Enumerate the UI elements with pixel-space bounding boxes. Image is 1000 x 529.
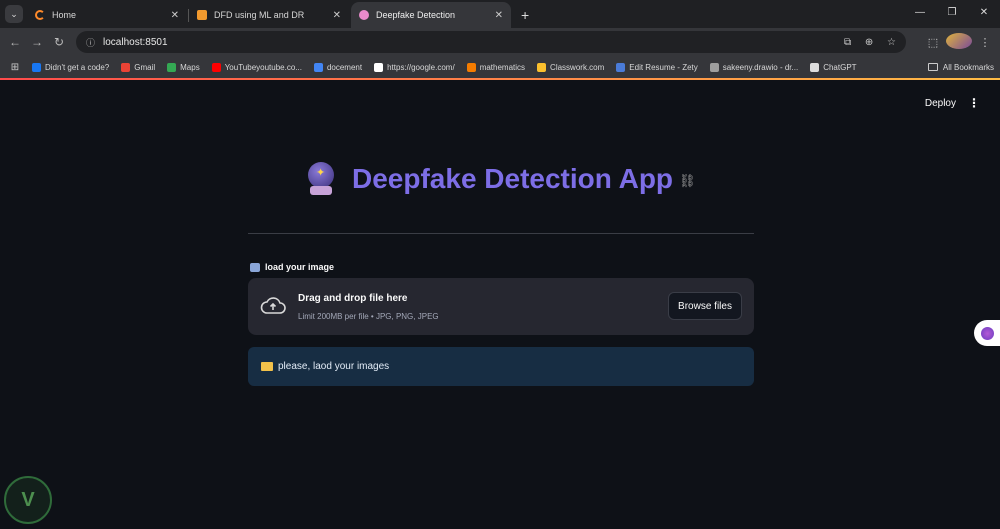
chevron-down-icon: ⌄ (10, 8, 18, 19)
browser-tab-deepfake[interactable]: Deepfake Detection ✕ (351, 2, 511, 28)
app-header-accent-line (0, 78, 1000, 80)
tab-title: Deepfake Detection (376, 10, 456, 20)
uploader-label-text: load your image (265, 262, 335, 272)
bookmark-favicon-icon (313, 62, 323, 72)
bookmark-item[interactable]: Didn't get a code? (26, 62, 115, 72)
bookmark-item[interactable]: mathematics (461, 62, 531, 72)
tab-title: DFD using ML and DR (214, 10, 305, 20)
bookmark-favicon-icon (466, 62, 476, 72)
bookmark-favicon-icon (537, 62, 547, 72)
omnibox-actions: ⧉ ⊕ ☆ (833, 37, 896, 48)
bookmark-favicon-icon (374, 62, 384, 72)
watermark-logo: V (4, 476, 52, 524)
bookmark-label: YouTubeyoutube.co... (224, 62, 302, 72)
info-alert-text: please, laod your images (278, 361, 390, 372)
anchor-link-icon[interactable]: ⛓ (679, 173, 696, 189)
avatar (946, 32, 972, 49)
bookmark-favicon-icon (167, 62, 177, 72)
zoom-icon[interactable]: ⊕ (865, 37, 873, 48)
bookmark-star-icon[interactable]: ☆ (887, 37, 896, 48)
folder-icon (927, 63, 938, 71)
side-extension-widget[interactable] (974, 320, 1000, 346)
bookmark-favicon-icon (616, 62, 626, 72)
browser-tab-bar: ⌄ Home ✕ DFD using ML and DR ✕ Deepfake … (0, 0, 1000, 28)
translate-icon[interactable]: ⧉ (844, 37, 851, 48)
bookmark-item[interactable]: YouTubeyoutube.co... (206, 62, 308, 72)
page-title: Deepfake Detection App (352, 163, 674, 194)
sparkle-icon: ✦ (316, 167, 326, 179)
deploy-button[interactable]: Deploy (925, 98, 956, 109)
restore-icon[interactable]: ❐ (936, 0, 968, 26)
bookmark-label: Classwork.com (550, 62, 605, 72)
bookmark-label: Gmail (134, 62, 156, 72)
close-icon[interactable]: ✕ (333, 10, 341, 21)
bookmark-label: Maps (180, 62, 200, 72)
picture-icon (250, 262, 260, 272)
bookmark-label: sakeeny.drawio - dr... (722, 62, 799, 72)
dropzone-instructions: Drag and drop file here (298, 293, 408, 304)
close-icon[interactable]: ✕ (171, 10, 179, 21)
bookmark-item[interactable]: docement (308, 62, 368, 72)
all-bookmarks-label: All Bookmarks (942, 62, 994, 72)
url-text[interactable]: localhost:8501 (103, 37, 833, 48)
dropzone-limit-text: Limit 200MB per file • JPG, PNG, JPEG (298, 312, 439, 321)
bookmark-item[interactable]: Gmail (115, 62, 161, 72)
bookmark-favicon-icon (709, 62, 719, 72)
bookmark-favicon-icon (121, 62, 131, 72)
site-info-icon[interactable]: ⓘ (86, 36, 95, 49)
browser-tab-home[interactable]: Home ✕ (27, 2, 189, 28)
bookmark-item[interactable]: sakeeny.drawio - dr... (704, 62, 804, 72)
bookmark-label: https://google.com/ (387, 62, 455, 72)
bookmark-item[interactable]: Classwork.com (531, 62, 610, 72)
browser-tab-dfd[interactable]: DFD using ML and DR ✕ (189, 2, 349, 28)
browser-menu-icon[interactable]: ⋮ (972, 36, 998, 49)
bookmark-item[interactable]: Maps (161, 62, 206, 72)
new-tab-button[interactable]: + (521, 7, 529, 23)
bookmark-list: Didn't get a code? Gmail Maps YouTubeyoutub… (26, 62, 863, 72)
info-alert: please, laod your images (248, 347, 754, 386)
browse-files-button[interactable]: Browse files (668, 292, 742, 320)
window-controls: — ❐ ✕ (904, 0, 1000, 26)
bookmark-favicon-icon (32, 62, 41, 72)
minimize-icon[interactable]: — (904, 0, 936, 26)
cloud-upload-icon (260, 297, 286, 314)
tab-title: Home (52, 10, 77, 20)
bookmark-item[interactable]: Edit Resume - Zety (610, 62, 703, 72)
browser-toolbar: ← → ↻ ⓘ localhost:8501 ⧉ ⊕ ☆ ⬚ ⋮ (0, 28, 1000, 56)
extensions-icon[interactable]: ⬚ (920, 36, 946, 49)
address-bar[interactable]: ⓘ localhost:8501 ⧉ ⊕ ☆ (76, 31, 906, 53)
toolbar-actions: ⬚ ⋮ (920, 32, 998, 52)
close-icon[interactable]: ✕ (495, 10, 503, 21)
bookmark-label: Edit Resume - Zety (629, 62, 698, 72)
reload-icon[interactable]: ↻ (48, 35, 70, 49)
brain-favicon-icon (359, 10, 369, 20)
bookmark-item[interactable]: https://google.com/ (368, 62, 461, 72)
bookmark-item[interactable]: ChatGPT (804, 62, 862, 72)
main-menu-icon[interactable]: ⋮ (968, 96, 980, 110)
brain-icon (980, 326, 994, 340)
bookmark-favicon-icon (211, 62, 221, 72)
bookmark-label: Didn't get a code? (45, 62, 110, 72)
document-favicon-icon (197, 10, 207, 20)
bookmark-favicon-icon (810, 62, 820, 72)
bookmark-label: docement (326, 62, 363, 72)
forward-arrow-icon[interactable]: → (26, 35, 48, 49)
title-divider (248, 233, 754, 234)
crystal-ball-base (310, 186, 332, 195)
file-dropzone[interactable]: Drag and drop file here Limit 200MB per … (248, 278, 754, 335)
page-title-row: ✦ Deepfake Detection App ⛓ (306, 162, 696, 196)
bookmark-label: mathematics (479, 62, 526, 72)
apps-grid-icon[interactable]: ⊞ (4, 62, 26, 73)
home-favicon-icon (35, 10, 45, 20)
back-arrow-icon[interactable]: ← (4, 35, 26, 49)
bookmarks-bar: ⊞ Didn't get a code? Gmail Maps YouTubeyout… (0, 56, 1000, 78)
tab-search-button[interactable]: ⌄ (5, 5, 23, 23)
crystal-ball-icon: ✦ (306, 162, 336, 196)
all-bookmarks-button[interactable]: All Bookmarks (927, 56, 994, 78)
folder-icon (261, 362, 273, 371)
profile-avatar[interactable] (946, 32, 972, 52)
window-close-icon[interactable]: ✕ (968, 0, 1000, 26)
uploader-label: load your image (250, 262, 334, 272)
bookmark-label: ChatGPT (823, 62, 857, 72)
